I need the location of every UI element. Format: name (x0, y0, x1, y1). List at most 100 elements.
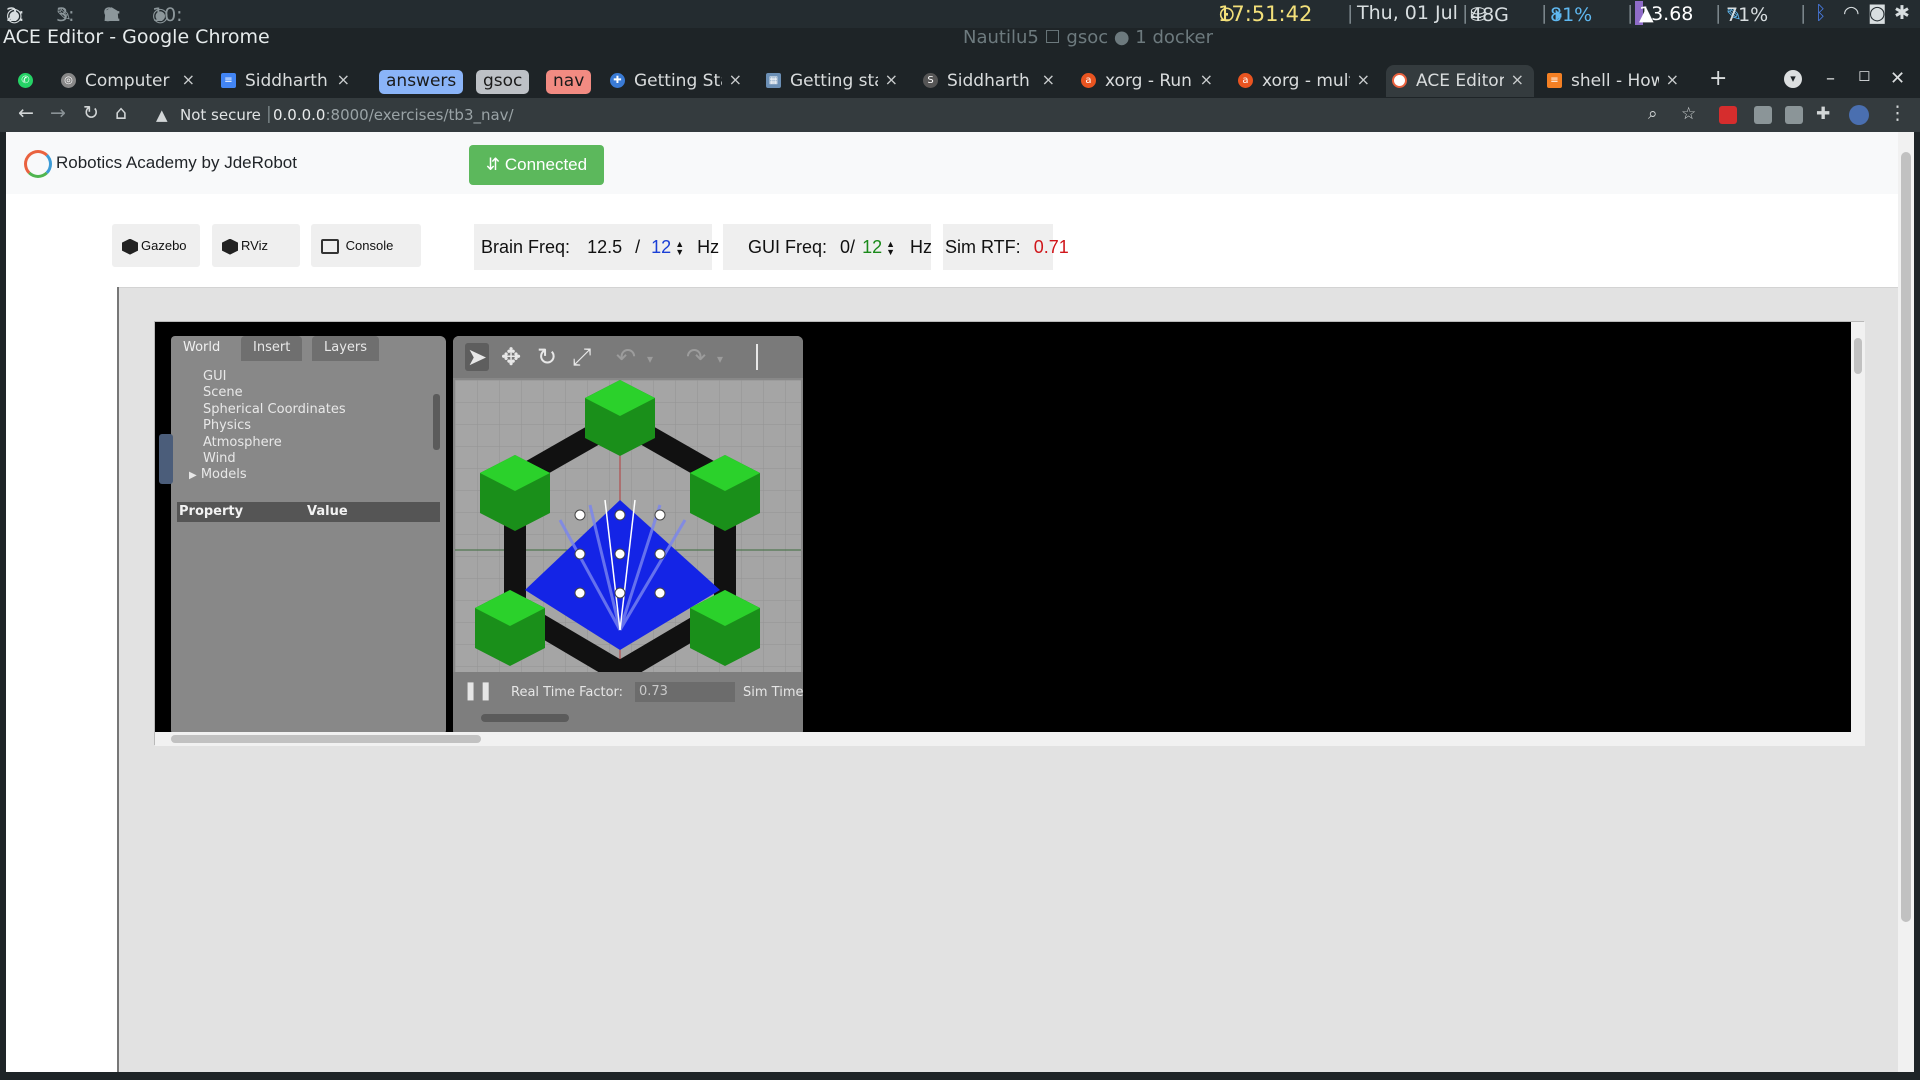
console-button[interactable]: Console (311, 224, 421, 267)
tree-scrollbar[interactable] (433, 394, 440, 450)
scale-icon[interactable]: ⤢ (572, 343, 591, 371)
tab-shell-how[interactable]: ≡ shell - How × (1541, 65, 1689, 97)
tree-item-wind[interactable]: Wind (203, 451, 236, 466)
close-icon[interactable]: × (182, 70, 195, 89)
cpu-load: ▲ 13.68 (1635, 1, 1693, 25)
tab-layers[interactable]: Layers (312, 336, 380, 361)
security-label[interactable]: Not secure (180, 106, 261, 124)
gazebo-button[interactable]: Gazebo (112, 224, 200, 267)
close-icon[interactable]: × (337, 70, 350, 89)
tab-group-gsoc[interactable]: gsoc (476, 70, 530, 94)
back-icon[interactable]: ← (18, 102, 34, 124)
tree-item-gui[interactable]: GUI (203, 369, 226, 384)
tab-group-answers[interactable]: answers (379, 70, 464, 94)
tab-siddharth-s[interactable]: S Siddharth S × (917, 65, 1065, 97)
reload-icon[interactable]: ↻ (83, 102, 99, 124)
tab-label: shell - How (1571, 71, 1659, 91)
tree-item-physics[interactable]: Physics (203, 418, 251, 433)
extension-red-icon[interactable] (1719, 106, 1737, 124)
close-icon[interactable]: × (1042, 70, 1055, 89)
tab-search-icon[interactable]: ▾ (1784, 70, 1802, 88)
close-icon[interactable]: × (1357, 70, 1370, 89)
page-vertical-scrollbar[interactable] (1898, 132, 1914, 1072)
iframe-vertical-scrollbar[interactable] (1851, 322, 1865, 732)
undo-icon[interactable]: ↶ (616, 343, 636, 371)
docs-icon: ≡ (221, 73, 236, 88)
tab-xorg-run[interactable]: a xorg - Run a × (1075, 65, 1223, 97)
gazebo-3d-view[interactable]: ➤ ✥ ↻ ⤢ ↶ ▾ ↷ ▾ ❚❚ Real Time Factor: 0.7… (453, 336, 803, 736)
bluetooth-icon[interactable]: ᛒ (1815, 2, 1826, 24)
tab-group-nav[interactable]: nav (546, 70, 592, 94)
spinner-icon[interactable]: ▲ ▼ (886, 240, 895, 257)
close-icon[interactable]: × (1200, 70, 1213, 89)
tab-getting-started-2[interactable]: ▦ Getting star × (760, 65, 908, 97)
tab-insert[interactable]: Insert (241, 336, 303, 361)
gazebo-toolbar: ➤ ✥ ↻ ⤢ ↶ ▾ ↷ ▾ (453, 336, 803, 378)
tree-item-atmosphere[interactable]: Atmosphere (203, 435, 282, 450)
mail-extension-icon[interactable] (1754, 106, 1772, 124)
discord-icon[interactable]: ◙ (1868, 2, 1886, 24)
tree-item-models[interactable]: ▶ Models (189, 467, 247, 482)
expand-arrow-icon[interactable]: ▶ (189, 470, 197, 481)
wifi-icon[interactable]: ◠ (1843, 2, 1860, 24)
translate-icon[interactable]: ✥ (501, 343, 521, 371)
tab-computer[interactable]: ◎ Computer C × (55, 65, 205, 97)
tab-getting-started-1[interactable]: ✚ Getting Star × (604, 65, 752, 97)
spinner-icon[interactable]: ▲ ▼ (675, 240, 684, 257)
tree-item-scene[interactable]: Scene (203, 385, 243, 400)
url-input[interactable]: 0.0.0.0:8000/exercises/tb3_nav/ (273, 106, 514, 124)
jderobot-logo[interactable] (24, 150, 52, 178)
chevron-down-icon[interactable]: ▾ (717, 352, 723, 366)
status-scrollbar[interactable] (481, 714, 569, 722)
pause-icon[interactable]: ❚❚ (463, 680, 493, 701)
rviz-button[interactable]: RViz (212, 224, 300, 267)
real-time-factor-value: 0.73 (635, 682, 735, 702)
date: Thu, 01 Jul (1357, 2, 1458, 24)
scroll-thumb[interactable] (1854, 338, 1862, 374)
sim-rtf-label: Sim RTF: (945, 237, 1021, 257)
url-host: 0.0.0.0 (273, 106, 326, 124)
chat-extension-icon[interactable] (1785, 106, 1803, 124)
connected-button[interactable]: ⇵ Connected (469, 145, 604, 185)
scroll-thumb[interactable] (1901, 152, 1911, 922)
property-table-header: Property Value (177, 502, 440, 522)
redo-icon[interactable]: ↷ (686, 343, 706, 371)
slack-icon[interactable]: ✱ (1894, 2, 1910, 24)
tab-world[interactable]: World (171, 336, 233, 361)
close-icon[interactable]: × (1666, 70, 1679, 89)
maximize-icon[interactable]: ◻ (1858, 66, 1870, 84)
gazebo-iframe[interactable]: World Insert Layers GUI Scene Spherical … (154, 321, 1865, 746)
panel-collapse-handle[interactable] (159, 434, 173, 484)
extensions-puzzle-icon[interactable]: ✚ (1816, 104, 1830, 124)
bookmark-star-icon[interactable]: ☆ (1681, 104, 1696, 124)
scroll-thumb[interactable] (171, 735, 481, 743)
brain-freq-panel: Brain Freq: 12.5 / 12 ▲ ▼ Hz (474, 224, 719, 270)
close-icon[interactable]: × (1511, 70, 1524, 89)
menu-icon[interactable]: ⋮ (1888, 102, 1907, 124)
tab-siddharth-doc[interactable]: ≡ Siddharth | × (215, 65, 360, 97)
new-tab-button[interactable]: + (1703, 65, 1731, 97)
gui-freq-unit: Hz (910, 237, 933, 257)
value-column: Value (307, 504, 348, 519)
profile-avatar[interactable] (1849, 105, 1869, 125)
chevron-down-icon[interactable]: ▾ (647, 352, 653, 366)
close-icon[interactable]: × (729, 70, 742, 89)
iframe-horizontal-scrollbar[interactable] (155, 732, 1865, 746)
gui-freq-target-input[interactable]: 12 (862, 237, 882, 257)
pinned-tab-whatsapp[interactable]: ✆ (16, 65, 36, 97)
minimize-icon[interactable]: – (1826, 68, 1835, 89)
tab-ace-editor[interactable]: ACE Editor × (1386, 65, 1534, 97)
rotate-icon[interactable]: ↻ (537, 343, 557, 371)
tree-item-spherical-coordinates[interactable]: Spherical Coordinates (203, 402, 346, 417)
brand-title[interactable]: Robotics Academy by JdeRobot (56, 153, 297, 173)
simulation-scene[interactable] (455, 380, 801, 672)
close-icon[interactable]: × (885, 70, 898, 89)
close-window-icon[interactable]: ✕ (1890, 68, 1905, 89)
zoom-icon[interactable]: ⌕ (1648, 104, 1658, 124)
tab-xorg-multi[interactable]: a xorg - multi × (1232, 65, 1380, 97)
home-icon[interactable]: ⌂ (115, 102, 127, 124)
forward-icon[interactable]: → (50, 102, 66, 124)
tab-label: Getting Star (634, 71, 722, 91)
select-mode-icon[interactable]: ➤ (465, 343, 490, 371)
brain-freq-target-input[interactable]: 12 (651, 237, 671, 257)
